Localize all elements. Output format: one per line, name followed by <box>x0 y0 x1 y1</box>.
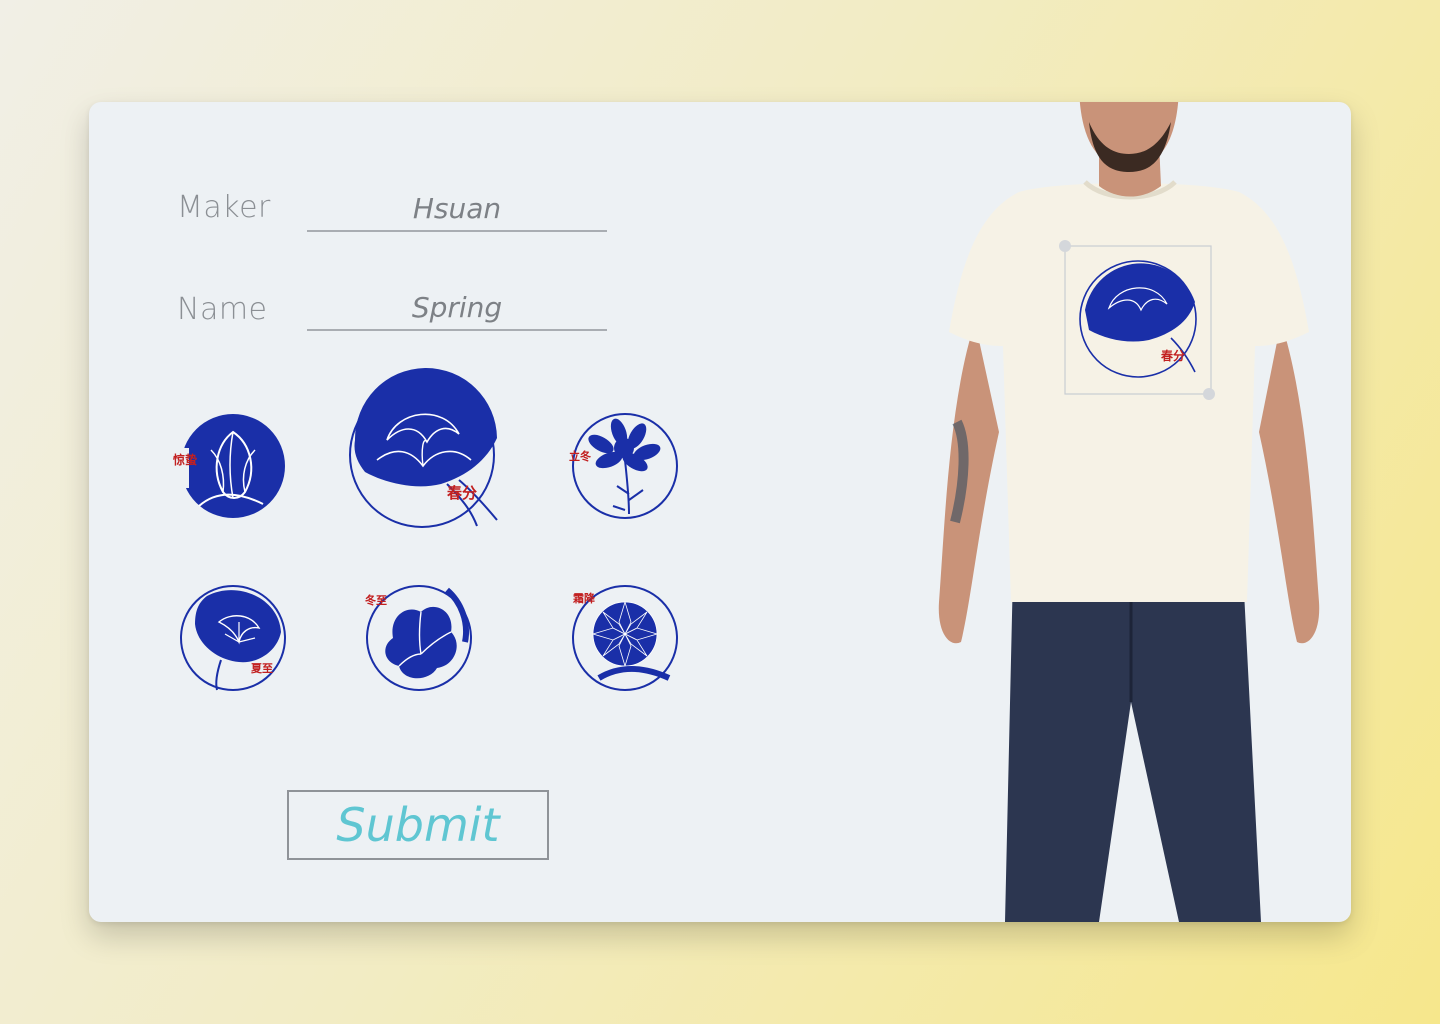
morning-glory-flower-icon: 夏至 <box>180 585 286 691</box>
sticker-label: 春分 <box>447 484 477 502</box>
tulip-flower-icon: 惊蛰 <box>171 414 285 518</box>
resize-handle-top-left-icon[interactable] <box>1059 240 1071 252</box>
designer-panel: Maker Name 惊蛰 春分 <box>89 102 1351 922</box>
chrysanthemum-flower-icon: 霜降 <box>572 585 678 691</box>
name-input[interactable] <box>307 285 607 331</box>
tshirt-preview: 春分 <box>909 102 1351 922</box>
sticker-label: 霜降 <box>572 591 596 605</box>
maker-label: Maker <box>177 190 271 225</box>
sticker-daisy[interactable]: 立冬 <box>569 410 681 522</box>
sticker-label: 立冬 <box>569 449 591 463</box>
maker-input[interactable] <box>307 186 607 232</box>
sticker-tulip[interactable]: 惊蛰 <box>171 410 289 522</box>
camellia-flower-icon: 冬至 <box>365 585 472 691</box>
sticker-label: 冬至 <box>365 593 387 607</box>
peony-flower-icon: 春分 <box>349 368 498 528</box>
sticker-label: 夏至 <box>251 662 273 675</box>
name-label: Name <box>177 292 268 327</box>
sticker-morning-glory[interactable]: 夏至 <box>177 582 289 694</box>
sticker-chrysanthemum[interactable]: 霜降 <box>569 582 681 694</box>
sticker-camellia[interactable]: 冬至 <box>363 582 475 694</box>
submit-button[interactable]: Submit <box>287 790 549 860</box>
model-image: 春分 <box>938 102 1320 922</box>
sticker-label: 惊蛰 <box>173 452 197 467</box>
sticker-peony[interactable]: 春分 <box>347 368 498 530</box>
resize-handle-bottom-right-icon[interactable] <box>1203 388 1215 400</box>
daisy-flower-icon: 立冬 <box>569 413 678 519</box>
applied-design-label: 春分 <box>1160 348 1185 363</box>
